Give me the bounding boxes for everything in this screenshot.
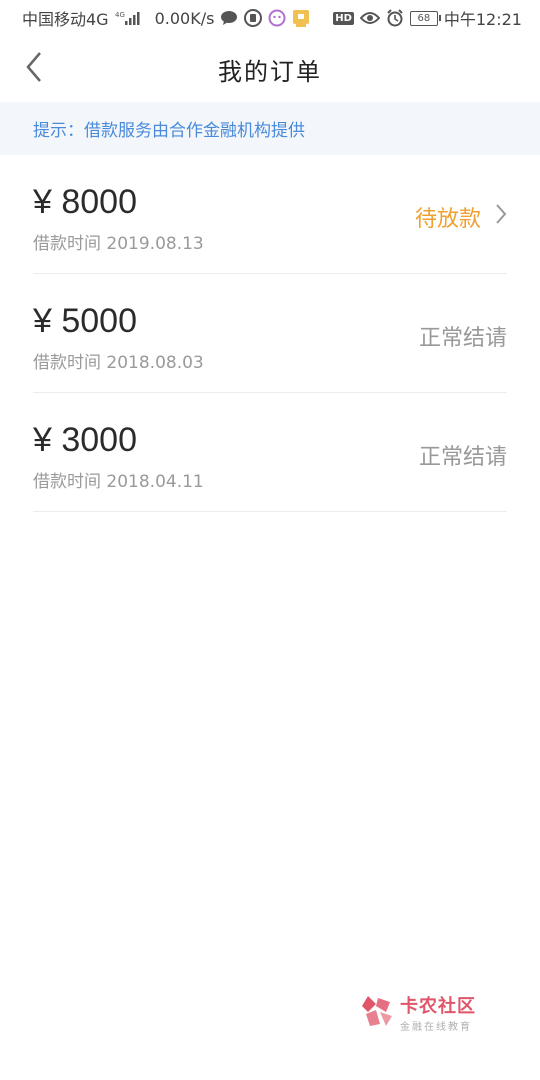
status-left: 中国移动4G 4G 0.00K/s: [22, 6, 310, 30]
carrier-label: 中国移动4G: [22, 10, 109, 29]
watermark: 卡农社区 金融在线教育: [360, 992, 476, 1033]
order-date: 借款时间 2019.08.13: [33, 234, 204, 254]
face-app-icon: [268, 9, 286, 27]
eye-icon: [359, 11, 380, 25]
order-status: 正常结请: [419, 320, 507, 352]
order-status-label: 正常结请: [418, 326, 507, 351]
watermark-name: 卡农社区: [400, 996, 476, 1017]
order-status-label: 正常结请: [418, 445, 507, 470]
chat-bubble-icon: [220, 10, 238, 26]
gift-app-icon: [292, 8, 310, 28]
notice-banner: 提示：借款服务由合作金融机构提供: [0, 102, 540, 155]
battery-icon: 68: [409, 10, 441, 26]
order-list: ¥ 8000 借款时间 2019.08.13 待放款 ¥ 5000 借款时间 2…: [33, 155, 507, 512]
status-bar: 中国移动4G 4G 0.00K/s HD 68 中午12:21: [0, 0, 540, 36]
watermark-text: 卡农社区 金融在线教育: [400, 992, 476, 1033]
page-title: 我的订单: [218, 57, 322, 86]
clock-time: 中午12:21: [443, 10, 522, 29]
hd-badge: HD: [333, 11, 354, 25]
order-amount: ¥ 3000: [33, 421, 137, 459]
chevron-left-icon: [24, 51, 44, 87]
watermark-logo-icon: [360, 994, 394, 1032]
order-status: 待放款: [415, 201, 507, 233]
net-speed: 0.00K/s: [154, 8, 215, 28]
app-notification-icon: [244, 9, 263, 27]
svg-text:4G: 4G: [115, 11, 125, 19]
order-row[interactable]: ¥ 8000 借款时间 2019.08.13 待放款: [33, 155, 507, 274]
watermark-tagline: 金融在线教育: [400, 1022, 472, 1033]
order-row[interactable]: ¥ 3000 借款时间 2018.04.11 正常结请: [33, 393, 507, 512]
status-right: HD 68 中午12:21: [333, 6, 522, 30]
order-row[interactable]: ¥ 5000 借款时间 2018.08.03 正常结请: [33, 274, 507, 393]
order-date: 借款时间 2018.08.03: [33, 353, 204, 373]
order-status-label: 待放款: [414, 207, 481, 232]
order-date: 借款时间 2018.04.11: [33, 472, 204, 492]
chevron-right-icon: [495, 203, 507, 231]
signal-icon: 4G: [115, 10, 141, 26]
order-amount: ¥ 5000: [33, 302, 137, 340]
nav-bar: 我的订单: [0, 36, 540, 102]
notice-text: 提示：借款服务由合作金融机构提供: [33, 121, 305, 141]
alarm-icon: [386, 9, 404, 27]
order-status: 正常结请: [419, 439, 507, 471]
back-button[interactable]: [14, 48, 54, 90]
order-amount: ¥ 8000: [33, 183, 137, 221]
